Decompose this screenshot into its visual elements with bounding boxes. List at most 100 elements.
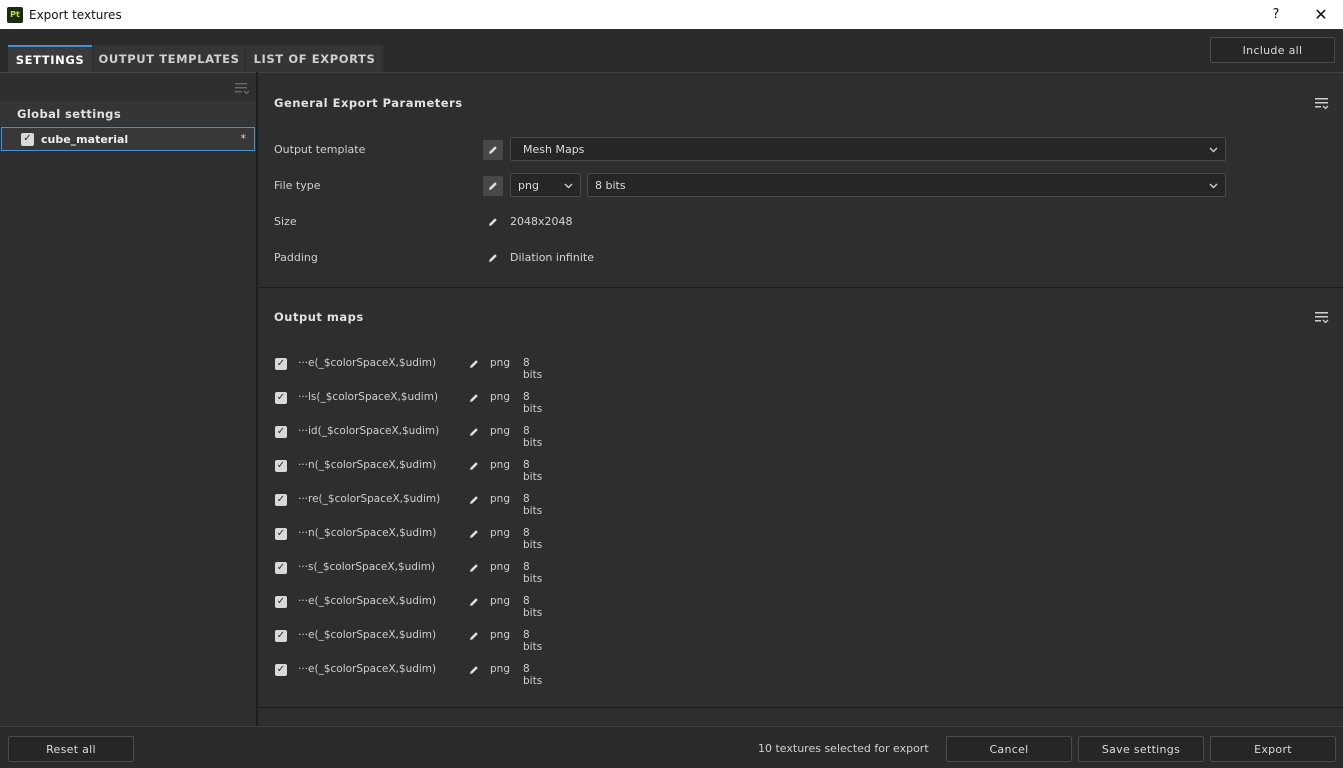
output-map-format: png (490, 493, 510, 505)
output-map-format: png (490, 663, 510, 675)
output-maps-options-icon[interactable] (1315, 311, 1329, 325)
pencil-icon[interactable] (468, 562, 480, 574)
edit-output-template-button[interactable] (483, 140, 503, 160)
output-map-bits: 8 bits (523, 595, 543, 619)
output-template-label: Output template (274, 143, 366, 156)
output-map-bits: 8 bits (523, 527, 543, 551)
output-map-checkbox[interactable]: ✓ (275, 528, 287, 540)
pencil-icon[interactable] (468, 664, 480, 676)
tab-settings[interactable]: SETTINGS (8, 45, 92, 72)
list-options-icon[interactable] (234, 81, 250, 95)
output-map-row: ✓ ···n(_$colorSpaceX,$udim) png 8 bits (275, 526, 542, 551)
pencil-icon[interactable] (468, 596, 480, 608)
output-map-row: ✓ ···e(_$colorSpaceX,$udim) png 8 bits (275, 662, 542, 687)
output-map-name: ···e(_$colorSpaceX,$udim) (298, 595, 437, 607)
output-map-name: ···ls(_$colorSpaceX,$udim) (298, 391, 439, 403)
output-template-select[interactable]: Mesh Maps (510, 137, 1226, 161)
output-map-row: ✓ ···ls(_$colorSpaceX,$udim) png 8 bits (275, 390, 542, 415)
pencil-icon[interactable] (468, 460, 480, 472)
output-map-name: ···e(_$colorSpaceX,$udim) (298, 629, 437, 641)
save-settings-button[interactable]: Save settings (1078, 736, 1204, 762)
output-map-row: ✓ ···e(_$colorSpaceX,$udim) png 8 bits (275, 356, 542, 381)
output-map-format: png (490, 425, 510, 437)
output-map-format: png (490, 459, 510, 471)
output-map-row: ✓ ···id(_$colorSpaceX,$udim) png 8 bits (275, 424, 542, 449)
section-divider (258, 287, 1343, 288)
pencil-icon[interactable] (468, 630, 480, 642)
output-template-value: Mesh Maps (523, 142, 585, 156)
output-map-row: ✓ ···s(_$colorSpaceX,$udim) png 8 bits (275, 560, 542, 585)
size-label: Size (274, 215, 297, 228)
pencil-icon[interactable] (468, 358, 480, 370)
edit-file-type-button[interactable] (483, 176, 503, 196)
edit-size-button[interactable] (483, 212, 503, 232)
pencil-icon (489, 146, 497, 154)
close-button[interactable]: ✕ (1299, 0, 1343, 29)
footer-bar: Reset all 10 textures selected for expor… (0, 726, 1343, 768)
output-maps-title: Output maps (274, 310, 364, 324)
general-options-icon[interactable] (1315, 97, 1329, 111)
output-map-checkbox[interactable]: ✓ (275, 494, 287, 506)
window-title: Export textures (29, 7, 122, 22)
app-icon: Pt (7, 6, 23, 23)
output-map-checkbox[interactable]: ✓ (275, 392, 287, 404)
material-checkbox[interactable]: ✓ (21, 132, 34, 146)
title-bar: Pt Export textures ? ✕ (0, 0, 1343, 29)
bit-depth-select[interactable]: 8 bits (587, 173, 1226, 197)
output-map-name: ···n(_$colorSpaceX,$udim) (298, 527, 437, 539)
pencil-icon[interactable] (468, 528, 480, 540)
tab-output-templates[interactable]: OUTPUT TEMPLATES (93, 45, 245, 72)
modified-marker: * (240, 132, 247, 145)
chevron-down-icon (1209, 147, 1218, 153)
export-status: 10 textures selected for export (758, 742, 929, 755)
file-format-select[interactable]: png (510, 173, 581, 197)
settings-main-panel: General Export Parameters Output templat… (258, 72, 1343, 726)
material-list-panel: Global settings ✓ cube_material * (0, 72, 256, 726)
tab-list-of-exports[interactable]: LIST OF EXPORTS (246, 45, 383, 72)
file-type-label: File type (274, 179, 321, 192)
output-map-row: ✓ ···e(_$colorSpaceX,$udim) png 8 bits (275, 628, 542, 653)
output-map-row: ✓ ···re(_$colorSpaceX,$udim) png 8 bits (275, 492, 542, 517)
cancel-button[interactable]: Cancel (946, 736, 1072, 762)
output-map-format: png (490, 629, 510, 641)
pencil-icon[interactable] (468, 494, 480, 506)
pencil-icon[interactable] (468, 392, 480, 404)
output-map-name: ···e(_$colorSpaceX,$udim) (298, 663, 437, 675)
output-map-format: png (490, 357, 510, 369)
global-settings-item[interactable]: Global settings (0, 101, 256, 126)
output-map-bits: 8 bits (523, 561, 543, 585)
size-value: 2048x2048 (510, 215, 573, 228)
bit-depth-value: 8 bits (595, 178, 626, 192)
output-map-bits: 8 bits (523, 425, 543, 449)
include-all-button[interactable]: Include all (1210, 37, 1335, 63)
output-map-bits: 8 bits (523, 459, 543, 483)
output-map-checkbox[interactable]: ✓ (275, 460, 287, 472)
output-map-name: ···n(_$colorSpaceX,$udim) (298, 459, 437, 471)
output-map-bits: 8 bits (523, 493, 543, 517)
output-map-format: png (490, 527, 510, 539)
pencil-icon (489, 254, 497, 262)
help-button[interactable]: ? (1254, 0, 1298, 29)
pencil-icon[interactable] (468, 426, 480, 438)
output-map-checkbox[interactable]: ✓ (275, 562, 287, 574)
output-map-checkbox[interactable]: ✓ (275, 358, 287, 370)
material-item[interactable]: ✓ cube_material * (1, 127, 255, 151)
output-map-format: png (490, 391, 510, 403)
export-button[interactable]: Export (1210, 736, 1336, 762)
edit-padding-button[interactable] (483, 248, 503, 268)
output-map-checkbox[interactable]: ✓ (275, 426, 287, 438)
output-map-bits: 8 bits (523, 663, 543, 687)
output-map-checkbox[interactable]: ✓ (275, 596, 287, 608)
output-map-name: ···id(_$colorSpaceX,$udim) (298, 425, 440, 437)
output-map-name: ···s(_$colorSpaceX,$udim) (298, 561, 436, 573)
output-map-name: ···e(_$colorSpaceX,$udim) (298, 357, 437, 369)
pencil-icon (489, 218, 497, 226)
output-map-checkbox[interactable]: ✓ (275, 630, 287, 642)
output-map-checkbox[interactable]: ✓ (275, 664, 287, 676)
reset-all-button[interactable]: Reset all (8, 736, 134, 762)
pencil-icon (489, 182, 497, 190)
padding-value: Dilation infinite (510, 251, 594, 264)
output-map-bits: 8 bits (523, 629, 543, 653)
tab-bar: SETTINGS OUTPUT TEMPLATES LIST OF EXPORT… (0, 29, 1343, 72)
output-map-name: ···re(_$colorSpaceX,$udim) (298, 493, 441, 505)
